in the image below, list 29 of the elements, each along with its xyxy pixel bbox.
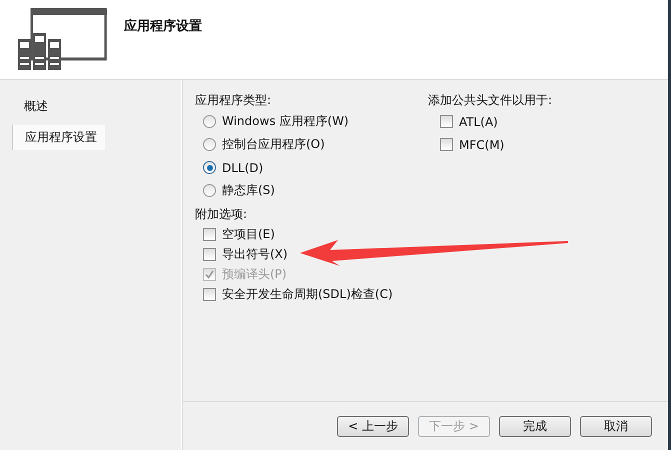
- checkbox[interactable]: [203, 248, 216, 260]
- option-label: Windows 应用程序(W): [222, 113, 349, 130]
- radio-button[interactable]: [203, 138, 216, 151]
- option-label: ATL(A): [459, 114, 498, 128]
- option-label: 安全开发生命周期(SDL)检查(C): [222, 286, 393, 302]
- option-label: 控制台应用程序(O): [222, 136, 325, 153]
- radio-button[interactable]: [203, 184, 216, 197]
- option-label: 静态库(S): [222, 182, 275, 199]
- checkbox[interactable]: [440, 138, 453, 151]
- page-title: 应用程序设置: [124, 18, 202, 35]
- option-label: MFC(M): [459, 138, 504, 152]
- option-label: 导出符号(X): [222, 246, 288, 262]
- wizard-button[interactable]: < 上一步: [337, 416, 409, 436]
- group-label: 附加选项:: [195, 206, 248, 223]
- wizard-button[interactable]: 完成: [499, 416, 571, 436]
- sidebar-item[interactable]: 概述: [12, 94, 56, 119]
- sidebar-item[interactable]: 应用程序设置: [12, 125, 105, 150]
- group-label: 应用程序类型:: [195, 92, 272, 109]
- radio-button[interactable]: [203, 115, 216, 128]
- option-label: DLL(D): [222, 160, 264, 174]
- radio-button[interactable]: [203, 161, 216, 174]
- wizard-button[interactable]: 取消: [580, 416, 652, 436]
- checkbox[interactable]: [203, 228, 216, 240]
- server-window-icon: [18, 8, 110, 70]
- option-label: 预编译头(P): [222, 266, 287, 282]
- group-label: 添加公共头文件以用于:: [428, 92, 552, 109]
- option-label: 空项目(E): [222, 226, 275, 242]
- checkbox[interactable]: [440, 115, 453, 128]
- checkbox[interactable]: [203, 288, 216, 300]
